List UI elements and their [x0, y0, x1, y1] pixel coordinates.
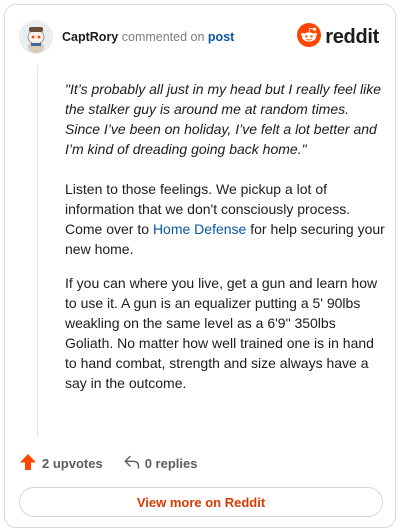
- comment-meta: CaptRory commented on post: [62, 30, 297, 44]
- post-link[interactable]: post: [208, 30, 234, 44]
- comment-header: CaptRory commented on post reddit: [19, 19, 381, 55]
- reddit-logo-icon: [297, 22, 322, 52]
- reply-icon: [123, 453, 141, 474]
- reddit-logo[interactable]: reddit: [297, 22, 379, 52]
- comment-footer: 2 upvotes 0 replies: [19, 451, 197, 475]
- comment-paragraph: If you can where you live, get a gun and…: [65, 275, 378, 391]
- upvote-count: 2 upvotes: [42, 455, 103, 471]
- reply-button[interactable]: 0 replies: [123, 453, 198, 474]
- view-more-button[interactable]: View more on Reddit: [19, 487, 383, 517]
- quoted-text: "It’s probably all just in my head but I…: [65, 81, 381, 157]
- upvote-button[interactable]: 2 upvotes: [19, 453, 103, 474]
- comment-body: "It’s probably all just in my head but I…: [65, 79, 385, 407]
- reply-count: 0 replies: [144, 455, 198, 471]
- home-defense-link[interactable]: Home Defense: [153, 221, 246, 237]
- comment-paragraph: Listen to those feelings. We pickup a lo…: [65, 179, 385, 259]
- snoo-avatar-icon[interactable]: [19, 20, 53, 54]
- reddit-wordmark: reddit: [325, 25, 379, 48]
- username-link[interactable]: CaptRory: [62, 30, 118, 44]
- comment-embed-card: CaptRory commented on post reddit "It’s …: [4, 4, 396, 528]
- action-text: commented on: [121, 30, 205, 44]
- upvote-arrow-icon: [19, 453, 37, 474]
- thread-line: [37, 65, 38, 437]
